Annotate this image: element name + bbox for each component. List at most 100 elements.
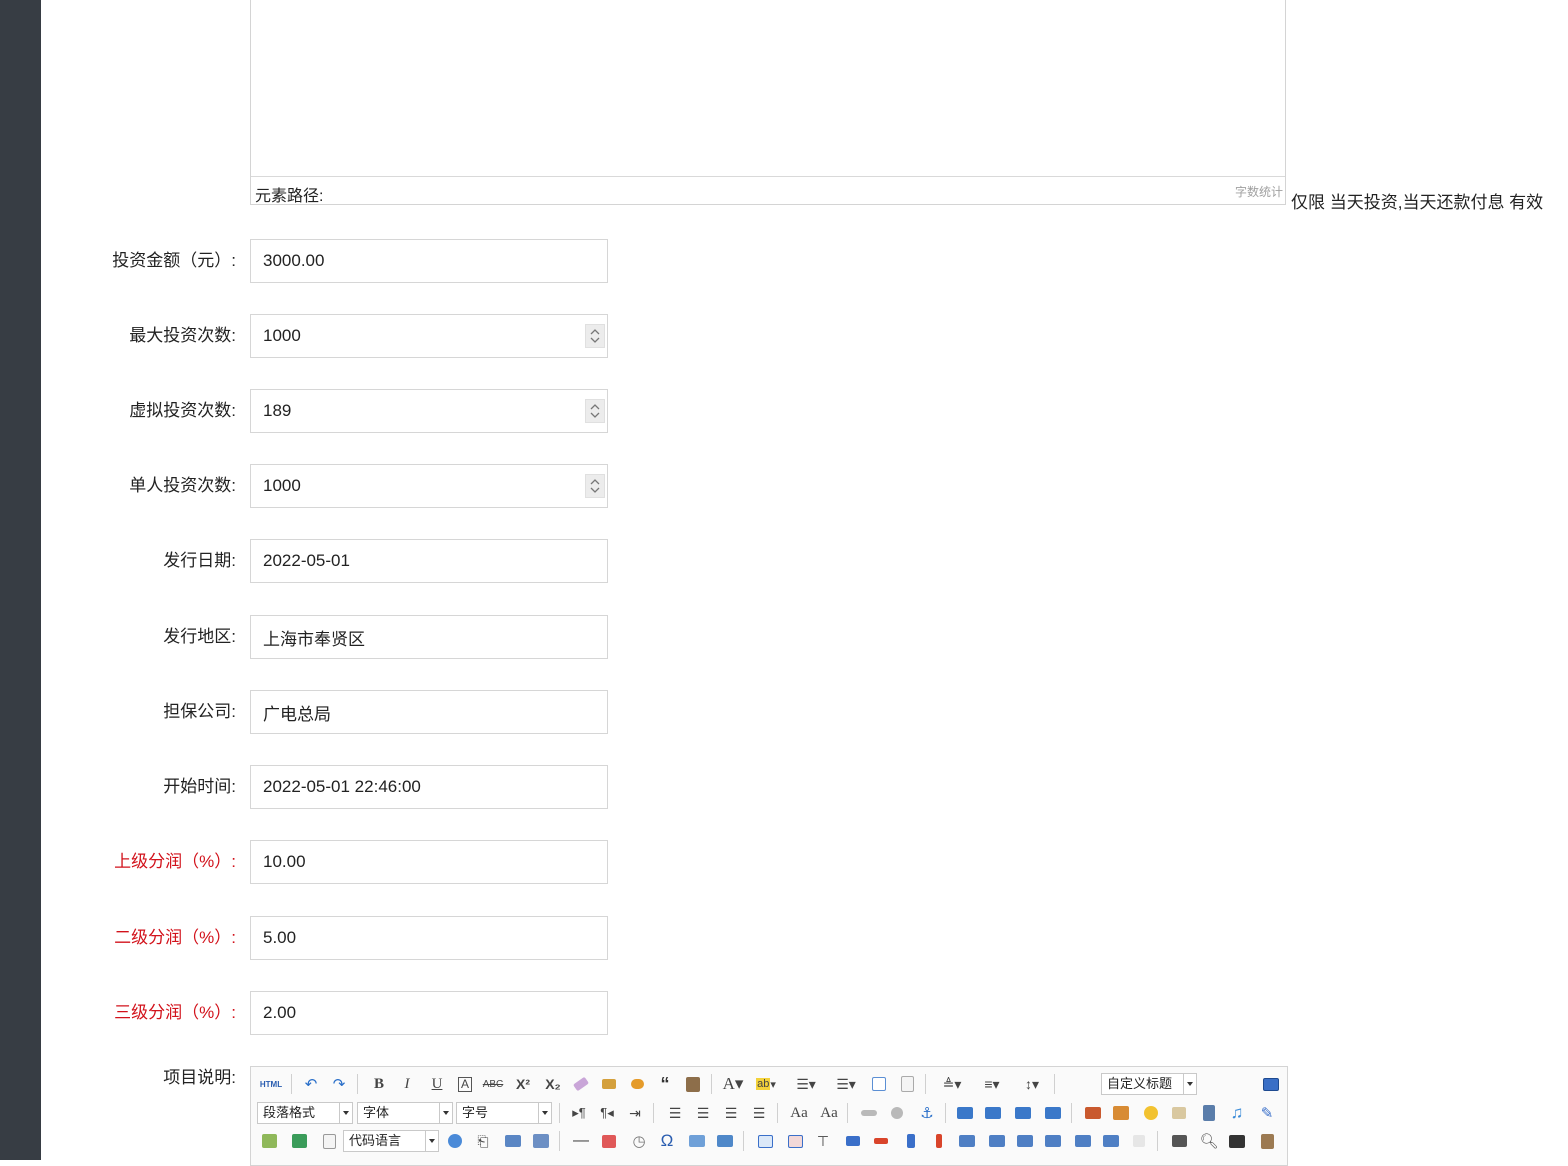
music-icon[interactable]: ♫ [1225,1101,1249,1125]
align-center-icon[interactable]: ☰ [691,1101,715,1125]
draft-icon[interactable] [1255,1129,1279,1153]
split-to-cells-icon[interactable] [1041,1129,1065,1153]
level3-commission-input[interactable] [251,992,607,1034]
word-image-icon[interactable] [685,1129,709,1153]
rtl-direction-icon[interactable]: ¶◂ [595,1101,619,1125]
investment-amount-input[interactable] [251,240,607,282]
align-justify-icon[interactable]: ☰ [747,1101,771,1125]
unordered-list-icon[interactable]: ☰▾ [829,1072,863,1096]
insert-table-icon[interactable] [753,1129,777,1153]
background-icon[interactable] [529,1129,553,1153]
undo-icon[interactable]: ↶ [299,1072,323,1096]
delete-row-icon[interactable] [869,1129,893,1153]
template-icon[interactable] [501,1129,525,1153]
ltr-direction-icon[interactable]: ▸¶ [567,1101,591,1125]
code-language-select[interactable]: 代码语言 [343,1130,439,1152]
attachment-icon[interactable]: ✎ [1255,1101,1279,1125]
scrawl-icon[interactable] [1167,1101,1191,1125]
unlink-icon[interactable] [885,1101,909,1125]
number-spinner-icon[interactable] [585,399,605,423]
print-icon[interactable] [1167,1129,1191,1153]
guarantee-company-input[interactable] [251,691,607,733]
image-left-icon[interactable] [981,1101,1005,1125]
redo-icon[interactable]: ↷ [327,1072,351,1096]
max-investments-input[interactable] [251,315,607,357]
uppercase-icon[interactable]: Aa [787,1101,811,1125]
snapscreen-icon[interactable] [713,1129,737,1153]
merge-right-icon[interactable] [985,1129,1009,1153]
issue-date-input[interactable] [251,540,607,582]
insert-frame-icon[interactable] [317,1129,341,1153]
number-spinner-icon[interactable] [585,324,605,348]
clear-doc-icon[interactable] [895,1072,919,1096]
search-replace-icon[interactable] [1225,1129,1249,1153]
chart-icon[interactable] [1127,1129,1151,1153]
insert-image-icon[interactable] [1109,1101,1133,1125]
font-border-icon[interactable]: A [453,1072,477,1096]
page-break-icon[interactable]: ⎗ [471,1129,495,1153]
align-right-icon[interactable]: ☰ [719,1101,743,1125]
eraser-icon[interactable] [569,1072,593,1096]
html-source-button[interactable]: HTML [257,1072,285,1096]
insert-row-icon[interactable] [841,1129,865,1153]
image-center-icon[interactable] [1041,1101,1065,1125]
time-icon[interactable]: ◷ [627,1129,651,1153]
merge-down-icon[interactable] [1013,1129,1037,1153]
preview-icon[interactable]: 🔍︎ [1197,1129,1221,1153]
custom-heading-select[interactable]: 自定义标题 [1101,1073,1197,1095]
simple-upload-icon[interactable] [1081,1101,1105,1125]
number-spinner-icon[interactable] [585,474,605,498]
strikethrough-icon[interactable]: ABC [481,1072,505,1096]
superscript-icon[interactable]: X² [511,1072,535,1096]
bold-icon[interactable]: B [367,1072,391,1096]
delete-table-icon[interactable] [783,1129,807,1153]
ordered-list-icon[interactable]: ☰▾ [789,1072,823,1096]
split-to-cols-icon[interactable] [1099,1129,1123,1153]
per-user-investments-input[interactable] [251,465,607,507]
level1-commission-input[interactable] [251,841,607,883]
format-brush-icon[interactable] [597,1072,621,1096]
editor-content-area[interactable] [251,0,1285,177]
row-spacing-bottom-icon[interactable]: ≡▾ [975,1072,1009,1096]
blockquote-icon[interactable]: “ [653,1072,677,1096]
background-color-icon[interactable]: ab ▾ [751,1072,781,1096]
emotion-icon[interactable] [1139,1101,1163,1125]
lowercase-icon[interactable]: Aa [817,1101,841,1125]
gmap-icon[interactable] [287,1129,311,1153]
row-spacing-top-icon[interactable]: ≜▾ [935,1072,969,1096]
paragraph-format-select[interactable]: 段落格式 [257,1102,353,1124]
insert-col-icon[interactable] [899,1129,923,1153]
italic-icon[interactable]: I [395,1072,419,1096]
subscript-icon[interactable]: X₂ [541,1072,565,1096]
line-height-icon[interactable]: ↕▾ [1015,1072,1049,1096]
map-icon[interactable] [257,1129,281,1153]
font-family-select[interactable]: 字体 [357,1102,453,1124]
image-none-icon[interactable] [953,1101,977,1125]
font-color-icon[interactable]: A▾ [721,1072,745,1096]
date-icon[interactable] [597,1129,621,1153]
link-icon[interactable] [857,1101,881,1125]
special-char-icon[interactable]: Ω [655,1129,679,1153]
virtual-investments-input[interactable] [251,390,607,432]
paste-plain-icon[interactable] [681,1072,705,1096]
select-all-icon[interactable] [867,1072,891,1096]
split-to-rows-icon[interactable] [1071,1129,1095,1153]
indent-icon[interactable]: ⇥ [623,1101,647,1125]
issue-region-input[interactable] [251,616,607,658]
insert-paragraph-before-table-icon[interactable]: ⊤ [811,1129,835,1153]
horizontal-rule-icon[interactable]: — [569,1129,593,1153]
align-left-icon[interactable]: ☰ [663,1101,687,1125]
auto-typeset-icon[interactable] [625,1072,649,1096]
level2-commission-input[interactable] [251,917,607,959]
fullscreen-icon[interactable] [1259,1072,1283,1096]
merge-cells-icon[interactable] [955,1129,979,1153]
web-app-icon[interactable] [443,1129,467,1153]
image-right-icon[interactable] [1011,1101,1035,1125]
font-size-select[interactable]: 字号 [456,1102,552,1124]
anchor-icon[interactable]: ⚓ [915,1101,939,1125]
insert-video-icon[interactable] [1197,1101,1221,1125]
investment-amount-field [250,239,608,283]
delete-col-icon[interactable] [927,1129,951,1153]
start-time-input[interactable] [251,766,607,808]
underline-icon[interactable]: U [425,1072,449,1096]
